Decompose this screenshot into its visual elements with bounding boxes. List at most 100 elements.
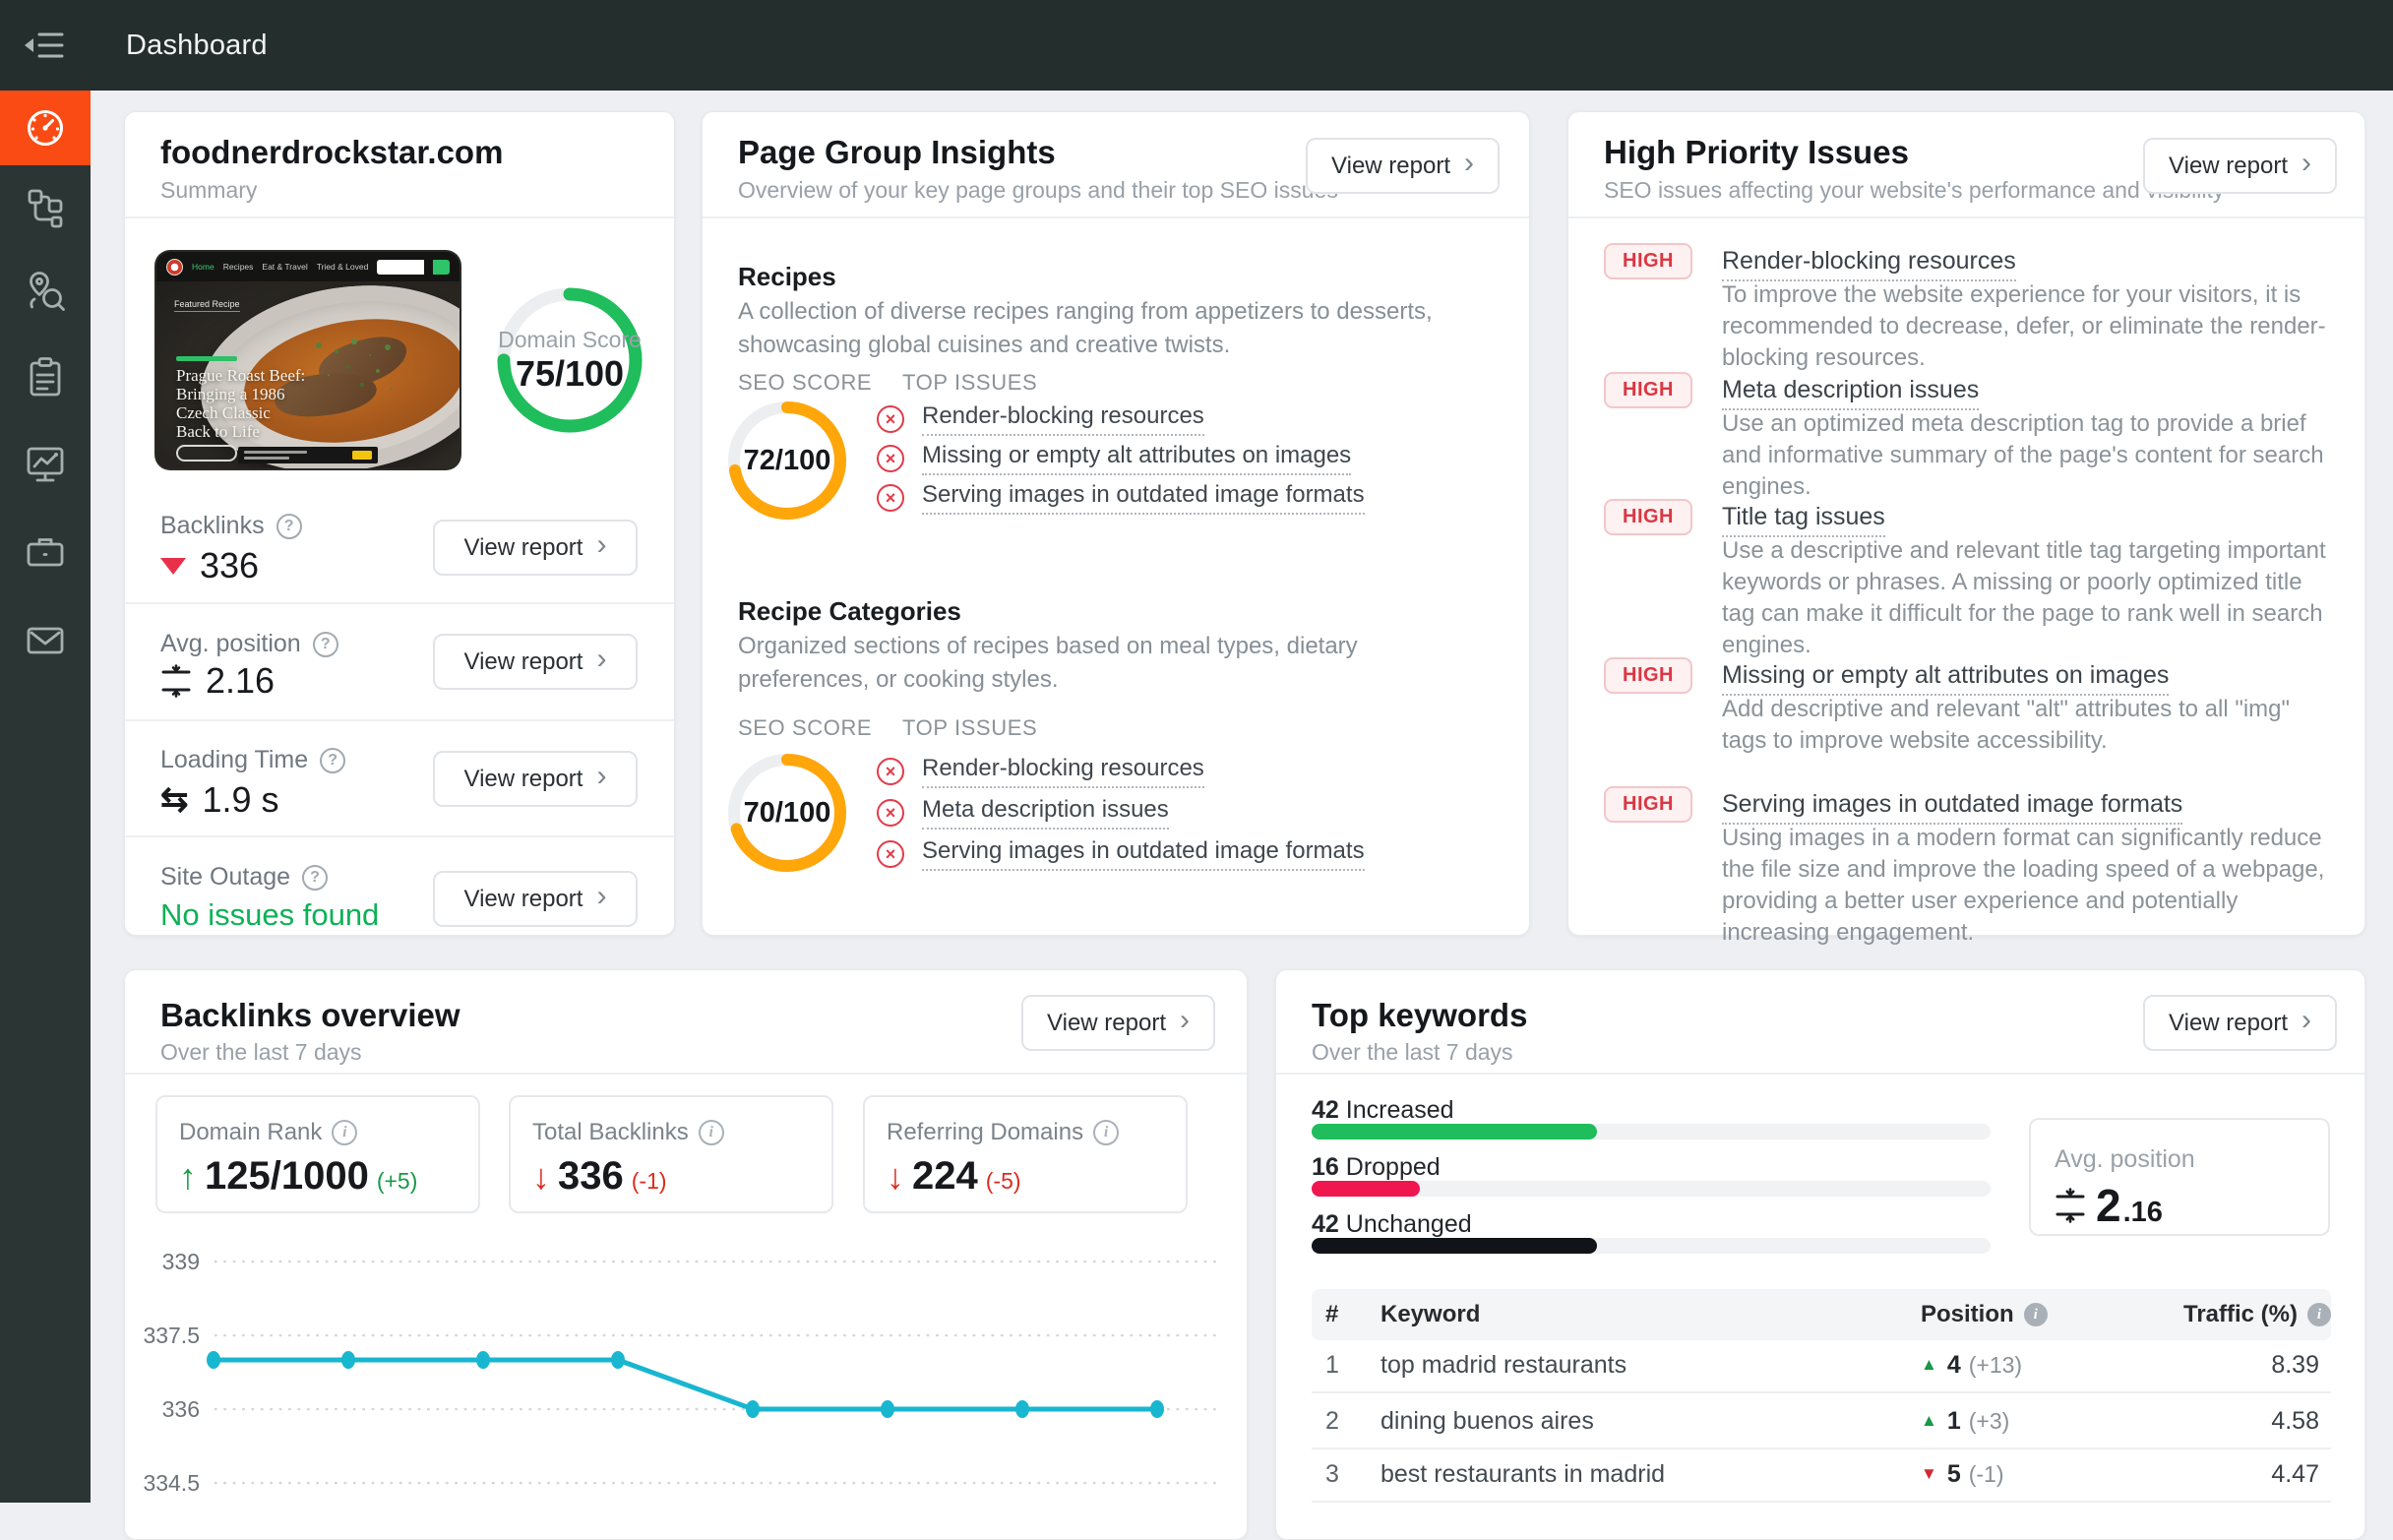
- hpi-issue-title[interactable]: Missing or empty alt attributes on image…: [1722, 661, 2169, 696]
- loading-time-value: ⇆ 1.9 s: [160, 779, 279, 821]
- thumb-search-button: [433, 260, 450, 275]
- hpi-issue-title[interactable]: Render-blocking resources: [1722, 247, 2016, 281]
- col-keyword: Keyword: [1381, 1289, 1480, 1340]
- issue-row: × Missing or empty alt attributes on ima…: [877, 441, 1351, 476]
- summary-domain: foodnerdrockstar.com: [160, 134, 503, 171]
- help-icon[interactable]: ?: [320, 748, 345, 773]
- collapse-sidebar-button[interactable]: [17, 22, 74, 69]
- loading-time-label: Loading Time ?: [160, 746, 345, 774]
- row-keyword[interactable]: best restaurants in madrid: [1381, 1454, 1665, 1494]
- avg-position-icon: [160, 664, 192, 698]
- info-icon[interactable]: i: [332, 1120, 357, 1145]
- divider: [703, 216, 1529, 218]
- triangle-down-icon: ▼: [1921, 1464, 1937, 1484]
- hpi-issue-description: Using images in a modern format can sign…: [1722, 823, 2340, 949]
- svg-text:334.5: 334.5: [143, 1470, 200, 1496]
- issue-cross-icon: ×: [877, 484, 904, 512]
- thumbnail-hero: Featured Recipe Prague Roast Beef: Bring…: [156, 281, 460, 468]
- issue-row: × Render-blocking resources: [877, 754, 1204, 789]
- stat-label: Total Backlinks: [532, 1119, 689, 1146]
- hpi-issue-title[interactable]: Serving images in outdated image formats: [1722, 790, 2182, 825]
- issue-link[interactable]: Serving images in outdated image formats: [922, 481, 1365, 515]
- stat-delta: (-1): [632, 1168, 667, 1195]
- issue-link[interactable]: Missing or empty alt attributes on image…: [922, 442, 1351, 475]
- issue-cross-icon: ×: [877, 405, 904, 433]
- info-icon[interactable]: i: [1093, 1120, 1119, 1145]
- sidebar-item-dashboard[interactable]: [0, 91, 91, 165]
- avg-position-label: Avg. position ?: [160, 630, 338, 658]
- tk-view-report-button[interactable]: View report›: [2143, 995, 2337, 1051]
- triangle-up-icon: ▲: [1921, 1411, 1937, 1431]
- swap-arrows-icon: ⇆: [160, 780, 189, 820]
- row-keyword[interactable]: top madrid restaurants: [1381, 1345, 1626, 1385]
- clipboard-icon: [23, 354, 68, 400]
- divider: [125, 835, 674, 837]
- issue-link[interactable]: Meta description issues: [922, 796, 1169, 830]
- sidebar-item-inbox[interactable]: [0, 598, 91, 682]
- issue-row: × Serving images in outdated image forma…: [877, 480, 1365, 516]
- site-outage-value: No issues found: [160, 897, 379, 933]
- seo-score-gauge: 70/100: [724, 750, 850, 876]
- issue-row: × Render-blocking resources: [877, 401, 1204, 437]
- thumb-nav-home: Home: [192, 262, 215, 272]
- avg-position-value: 2.16: [160, 660, 275, 702]
- hpi-view-report-button[interactable]: View report›: [2143, 138, 2337, 194]
- hpi-issue-title[interactable]: Meta description issues: [1722, 376, 1979, 410]
- hpi-title: High Priority Issues: [1604, 134, 1909, 171]
- pgi-subtitle: Overview of your key page groups and the…: [738, 177, 1338, 204]
- seo-score-label: SEO SCORE: [738, 715, 872, 741]
- issue-row: × Meta description issues: [877, 795, 1169, 831]
- avg-position-view-report-button[interactable]: View report›: [433, 634, 638, 690]
- site-structure-icon: [23, 185, 68, 230]
- site-outage-view-report-button[interactable]: View report›: [433, 871, 638, 927]
- sidebar-item-reports[interactable]: [0, 421, 91, 505]
- pgi-view-report-button[interactable]: View report›: [1306, 138, 1500, 194]
- info-icon[interactable]: i: [2307, 1303, 2331, 1326]
- sidebar-item-toolbox[interactable]: [0, 505, 91, 598]
- hpi-issue-description: Add descriptive and relevant "alt" attri…: [1722, 694, 2340, 757]
- collapse-sidebar-icon: [23, 23, 68, 68]
- stat-value: 336: [558, 1154, 624, 1199]
- avg-position-icon: [2055, 1188, 2086, 1223]
- site-outage-label: Site Outage ?: [160, 863, 328, 892]
- row-keyword[interactable]: dining buenos aires: [1381, 1401, 1594, 1441]
- row-traffic: 4.47: [2122, 1454, 2319, 1494]
- issue-link[interactable]: Render-blocking resources: [922, 755, 1204, 788]
- dropped-bar: [1312, 1181, 1991, 1197]
- total-backlinks-stat: Total Backlinks i ↓ 336 (-1): [509, 1095, 833, 1213]
- avg-position-box: Avg. position 2 .16: [2029, 1118, 2330, 1236]
- trend-down-icon: [160, 558, 186, 575]
- info-icon[interactable]: i: [699, 1120, 724, 1145]
- info-icon[interactable]: i: [2024, 1303, 2048, 1326]
- sidebar-item-site-structure[interactable]: [0, 165, 91, 249]
- row-position: ▲ 4 (+13): [1921, 1345, 2022, 1385]
- domain-score-value: 75/100: [516, 353, 624, 395]
- issue-link[interactable]: Serving images in outdated image formats: [922, 837, 1365, 871]
- sidebar-item-position-tracking[interactable]: [0, 249, 91, 333]
- sidebar-item-site-audit[interactable]: [0, 333, 91, 421]
- group-description: Organized sections of recipes based on m…: [738, 630, 1471, 697]
- loading-time-view-report-button[interactable]: View report›: [433, 751, 638, 807]
- hpi-issue-title[interactable]: Title tag issues: [1722, 503, 1885, 537]
- hpi-issue-description: Use an optimized meta description tag to…: [1722, 408, 2340, 503]
- divider: [1568, 216, 2364, 218]
- chevron-right-icon: ›: [2301, 1006, 2311, 1035]
- issue-link[interactable]: Render-blocking resources: [922, 402, 1204, 436]
- backlinks-trend-chart: 339337.5336334.5: [125, 1249, 1247, 1505]
- backlinks-view-report-button[interactable]: View report›: [433, 520, 638, 576]
- thumb-headline: Prague Roast Beef: Bringing a 1986 Czech…: [176, 366, 305, 441]
- row-traffic: 8.39: [2122, 1345, 2319, 1385]
- stat-delta: (+5): [377, 1168, 418, 1195]
- svg-text:336: 336: [162, 1396, 200, 1422]
- dropped-label: 16 Dropped: [1312, 1153, 1441, 1182]
- website-thumbnail: Home Recipes Eat & Travel Tried & Loved …: [156, 252, 460, 468]
- help-icon[interactable]: ?: [302, 865, 328, 891]
- svg-text:339: 339: [162, 1249, 200, 1274]
- thumb-nav-tried-loved: Tried & Loved: [317, 262, 369, 272]
- row-index: 3: [1325, 1454, 1339, 1494]
- blo-view-report-button[interactable]: View report›: [1021, 995, 1215, 1051]
- chevron-right-icon: ›: [596, 530, 606, 560]
- help-icon[interactable]: ?: [276, 514, 302, 539]
- issue-cross-icon: ×: [877, 840, 904, 868]
- help-icon[interactable]: ?: [313, 632, 338, 657]
